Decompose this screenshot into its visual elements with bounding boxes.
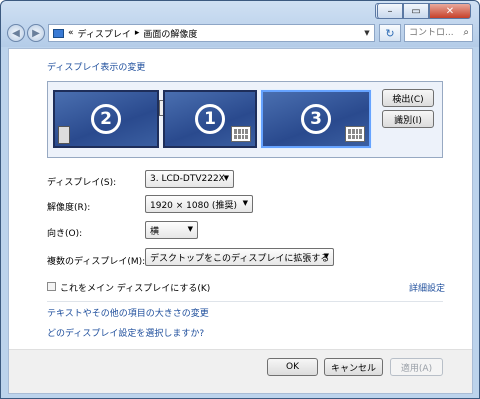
section-title: ディスプレイ表示の変更 — [47, 63, 146, 73]
monitor-number: 2 — [91, 104, 121, 134]
cancel-button[interactable]: キャンセル — [324, 358, 383, 376]
chevron-down-icon: ▼ — [223, 174, 229, 182]
control-panel-icon — [53, 28, 64, 38]
multiple-displays-value: デスクトップをこのディスプレイに拡張する — [150, 253, 330, 264]
multiple-displays-label: 複数のディスプレイ(M): — [47, 257, 146, 267]
search-input[interactable] — [409, 28, 461, 38]
minimize-button[interactable]: – — [377, 3, 403, 19]
text-size-link[interactable]: テキストやその他の項目の大きさの変更 — [47, 306, 209, 319]
close-button[interactable]: ✕ — [429, 3, 471, 19]
search-icon[interactable]: ⌕ — [463, 27, 469, 38]
monitor-3[interactable]: 3 — [261, 90, 371, 148]
display-settings-help-link[interactable]: どのディスプレイ設定を選択しますか? — [47, 326, 204, 339]
chevron-down-icon: ▼ — [242, 199, 248, 207]
keyboard-icon — [345, 126, 365, 142]
main-display-checkbox[interactable] — [47, 282, 56, 291]
monitor-number: 1 — [195, 104, 225, 134]
orientation-label: 向き(O): — [47, 229, 83, 239]
window: ⇔ – ▭ ✕ ◀ ▶ « ディスプレイ ▸ 画面の解像度 ▼ ↻ ⌕ ディスプ… — [0, 0, 480, 399]
resolution-select[interactable]: 1920 × 1080 (推奨) ▼ — [145, 195, 253, 213]
display-label: ディスプレイ(S): — [47, 178, 117, 188]
refresh-icon[interactable]: ↻ — [379, 24, 401, 42]
orientation-value: 横 — [150, 226, 160, 237]
chevron-down-icon: ▼ — [323, 252, 329, 260]
display-select[interactable]: 3. LCD-DTV222X ▼ — [145, 170, 234, 188]
maximize-button[interactable]: ▭ — [403, 3, 429, 19]
chevron-down-icon: ▼ — [187, 225, 193, 233]
apply-button[interactable]: 適用(A) — [390, 358, 443, 376]
detect-button[interactable]: 検出(C) — [382, 89, 434, 107]
advanced-settings-link[interactable]: 詳細設定 — [409, 281, 445, 294]
breadcrumb-display[interactable]: ディスプレイ — [78, 27, 131, 40]
keyboard-icon — [231, 126, 251, 142]
main-display-label[interactable]: これをメイン ディスプレイにする(K) — [60, 281, 210, 294]
identify-button[interactable]: 識別(I) — [382, 110, 434, 128]
ok-button[interactable]: OK — [267, 358, 318, 376]
divider — [47, 301, 443, 302]
display-value: 3. LCD-DTV222X — [150, 174, 225, 184]
multiple-displays-select[interactable]: デスクトップをこのディスプレイに拡張する ▼ — [145, 248, 334, 266]
address-bar[interactable]: « ディスプレイ ▸ 画面の解像度 ▼ — [48, 24, 375, 42]
address-overflow[interactable]: « — [68, 28, 74, 38]
search-box[interactable]: ⌕ — [404, 24, 473, 42]
resolution-value: 1920 × 1080 (推奨) — [150, 200, 237, 211]
orientation-select[interactable]: 横 ▼ — [145, 221, 198, 239]
address-dropdown-icon[interactable]: ▼ — [360, 25, 374, 41]
forward-arrow-icon[interactable]: ▶ — [27, 24, 45, 42]
monitor-number: 3 — [301, 104, 331, 134]
breadcrumb-resolution[interactable]: 画面の解像度 — [143, 27, 197, 40]
back-arrow-icon[interactable]: ◀ — [7, 24, 25, 42]
monitor-2[interactable]: 2 — [53, 90, 179, 148]
resolution-label: 解像度(R): — [47, 203, 91, 213]
caption-buttons: – ▭ ✕ — [377, 3, 471, 19]
breadcrumb-separator[interactable]: ▸ — [135, 28, 140, 38]
computer-icon — [58, 126, 70, 144]
monitor-1[interactable]: 1 — [163, 90, 257, 148]
